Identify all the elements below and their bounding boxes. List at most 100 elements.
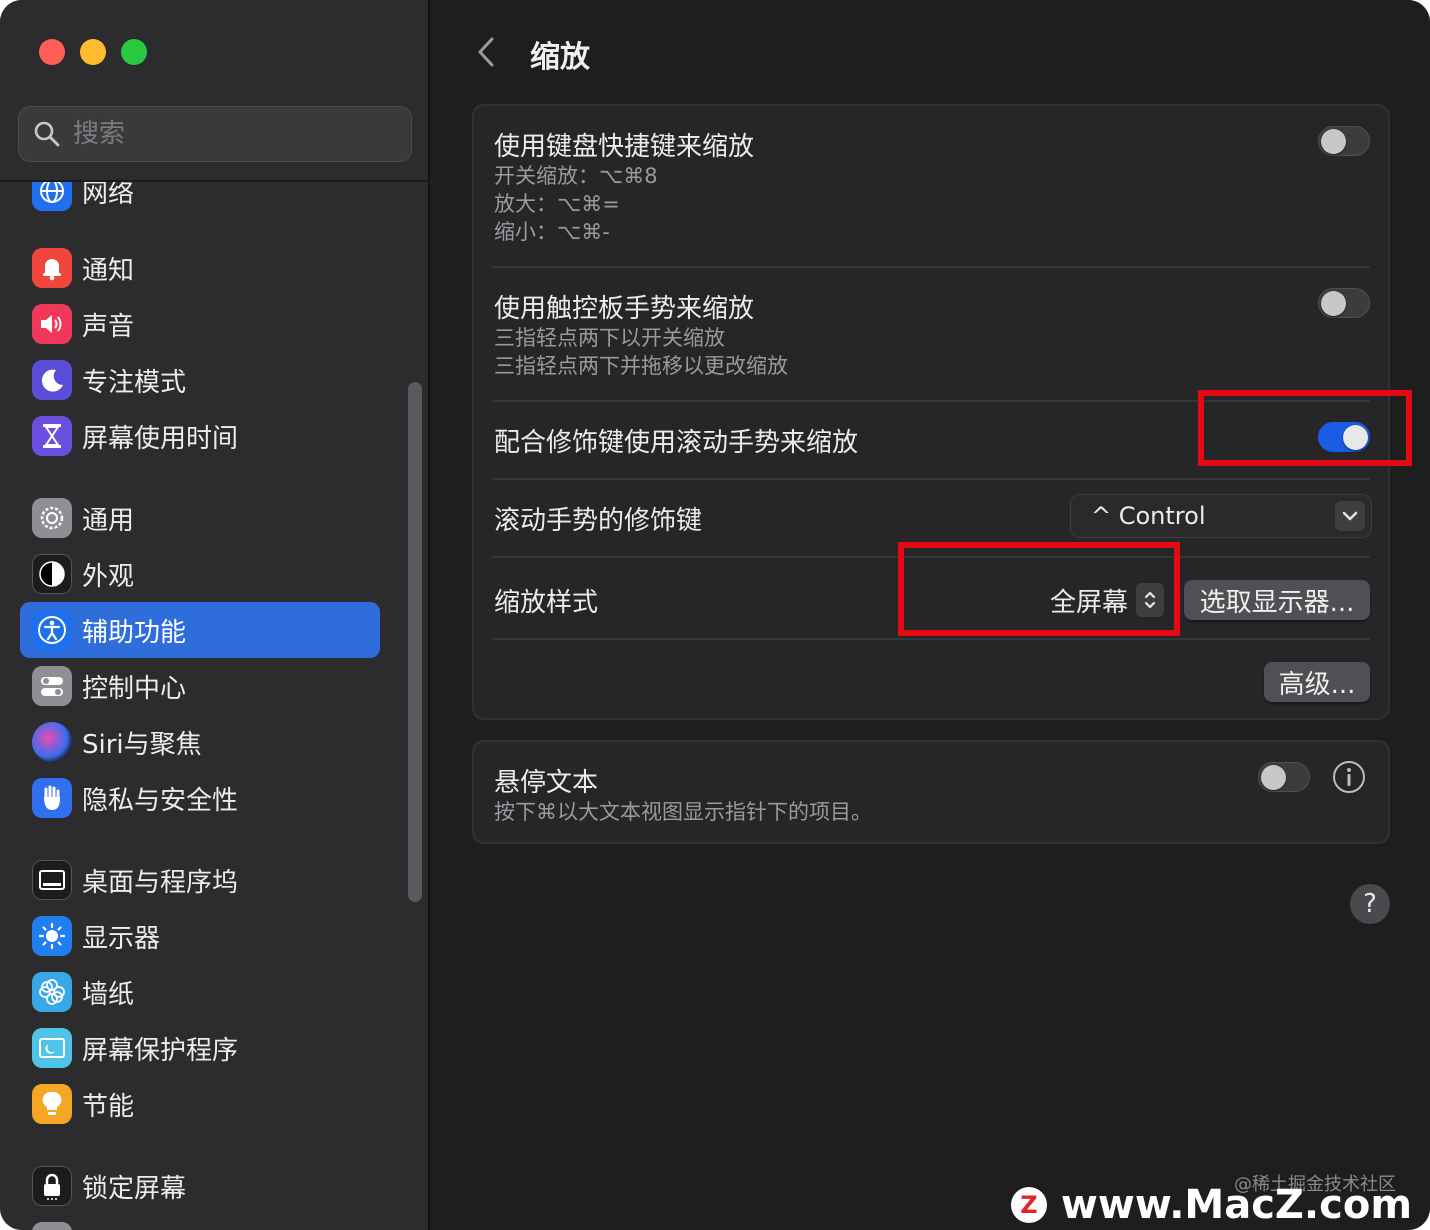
trackpad-zoom-desc-1: 三指轻点两下以开关缩放: [494, 326, 725, 350]
keyboard-zoom-title: 使用键盘快捷键来缩放: [494, 132, 755, 162]
chevron-left-icon: [478, 37, 494, 67]
hover-text-subtitle: 按下⌘以大文本视图显示指针下的项目。: [494, 800, 872, 824]
zoom-style-title: 缩放样式: [494, 588, 599, 618]
hand-icon: [32, 778, 72, 818]
sidebar-item-energy[interactable]: 节能: [20, 1076, 380, 1132]
dock-icon: [32, 860, 72, 900]
sidebar-item-label: Siri与聚焦: [82, 729, 202, 760]
watermark-text: www.MacZ.com: [1060, 1182, 1412, 1228]
modifier-key-title: 滚动手势的修饰键: [494, 506, 703, 536]
sidebar-item-focus[interactable]: 专注模式: [20, 352, 380, 408]
macz-logo-icon: Z: [1010, 1187, 1047, 1223]
sidebar: 网络 通知 声音 专注模式: [0, 0, 430, 1230]
choose-display-button[interactable]: 选取显示器...: [1184, 580, 1370, 620]
divider: [492, 266, 1370, 268]
search-input[interactable]: [73, 119, 373, 149]
hover-text-group: 悬停文本 按下⌘以大文本视图显示指针下的项目。: [472, 740, 1390, 844]
sidebar-item-displays[interactable]: 显示器: [20, 908, 380, 964]
keyboard-zoom-out-shortcut: 缩小：⌥⌘-: [494, 220, 610, 244]
sidebar-item-siri[interactable]: Siri与聚焦: [20, 714, 380, 770]
sun-icon: [32, 916, 72, 956]
sidebar-item-label: 外观: [82, 561, 135, 592]
search-icon: [34, 121, 60, 147]
modifier-key-select[interactable]: ^ Control: [1070, 494, 1372, 538]
moon-icon: [32, 360, 72, 400]
sidebar-item-label: 隐私与安全性: [82, 785, 239, 816]
zoom-button[interactable]: [121, 39, 147, 65]
watermark: Z www.MacZ.com: [1010, 1182, 1412, 1228]
chevron-down-icon: [1335, 501, 1365, 531]
keyboard-zoom-toggle[interactable]: [1318, 126, 1370, 156]
appearance-icon: [32, 554, 72, 594]
hover-text-toggle[interactable]: [1258, 762, 1310, 792]
hover-text-title: 悬停文本: [494, 768, 599, 798]
sidebar-item-label: 专注模式: [82, 367, 187, 398]
keyboard-zoom-in-shortcut: 放大：⌥⌘=: [494, 192, 620, 216]
sidebar-item-label: 通用: [82, 505, 135, 536]
keyboard-zoom-toggle-shortcut: 开关缩放：⌥⌘8: [494, 164, 658, 188]
sidebar-item-label: 节能: [82, 1091, 135, 1122]
info-icon: [1333, 761, 1365, 793]
sidebar-item-control-center[interactable]: 控制中心: [20, 658, 380, 714]
sidebar-item-next[interactable]: [20, 1214, 380, 1230]
sidebar-scrollbar[interactable]: [408, 382, 422, 902]
speaker-icon: [32, 304, 72, 344]
page-title: 缩放: [530, 40, 590, 75]
highlight-zoom-style: [898, 542, 1180, 636]
bulb-icon: [32, 1084, 72, 1124]
trackpad-zoom-title: 使用触控板手势来缩放: [494, 294, 755, 324]
close-button[interactable]: [39, 39, 65, 65]
globe-icon: [32, 182, 72, 211]
help-button[interactable]: ?: [1350, 884, 1390, 924]
gear-icon: [32, 498, 72, 538]
sidebar-item-label: 墙纸: [82, 979, 135, 1010]
scroll-zoom-title: 配合修饰键使用滚动手势来缩放: [494, 428, 859, 458]
settings-window: 网络 通知 声音 专注模式: [0, 0, 1430, 1230]
screensaver-icon: [32, 1028, 72, 1068]
sidebar-item-label: 桌面与程序坞: [82, 867, 239, 898]
sidebar-item-screensaver[interactable]: 屏幕保护程序: [20, 1020, 380, 1076]
flower-icon: [32, 972, 72, 1012]
sidebar-item-label: 屏幕使用时间: [82, 423, 239, 454]
advanced-button[interactable]: 高级...: [1264, 662, 1370, 702]
sidebar-item-screen-time[interactable]: 屏幕使用时间: [20, 408, 380, 464]
modifier-key-value: ^ Control: [1091, 502, 1206, 530]
sidebar-item-notifications[interactable]: 通知: [20, 240, 380, 296]
sidebar-item-label: 辅助功能: [82, 617, 187, 648]
main-content: 缩放 使用键盘快捷键来缩放 开关缩放：⌥⌘8 放大：⌥⌘= 缩小：⌥⌘- 使用触…: [432, 0, 1430, 1230]
traffic-lights: [39, 39, 147, 65]
info-button[interactable]: [1332, 760, 1366, 794]
hourglass-icon: [32, 416, 72, 456]
siri-icon: [32, 722, 72, 762]
next-item-icon: [32, 1222, 72, 1230]
divider: [492, 478, 1370, 480]
minimize-button[interactable]: [80, 39, 106, 65]
sidebar-item-label: 网络: [82, 182, 135, 209]
toggles-icon: [32, 666, 72, 706]
sidebar-item-wallpaper[interactable]: 墙纸: [20, 964, 380, 1020]
sidebar-item-general[interactable]: 通用: [20, 490, 380, 546]
sidebar-item-label: 显示器: [82, 923, 161, 954]
sidebar-item-network[interactable]: 网络: [20, 182, 380, 219]
search-field[interactable]: [18, 106, 412, 162]
sidebar-item-privacy[interactable]: 隐私与安全性: [20, 770, 380, 826]
sidebar-item-label: 锁定屏幕: [82, 1173, 187, 1204]
sidebar-item-label: 屏幕保护程序: [82, 1035, 239, 1066]
trackpad-zoom-toggle[interactable]: [1318, 288, 1370, 318]
accessibility-icon: [32, 610, 72, 650]
sidebar-item-label: 通知: [82, 255, 135, 286]
trackpad-zoom-desc-2: 三指轻点两下并拖移以更改缩放: [494, 354, 788, 378]
highlight-scroll-toggle: [1198, 390, 1412, 466]
back-button[interactable]: [472, 34, 500, 70]
sidebar-item-desktop-dock[interactable]: 桌面与程序坞: [20, 852, 380, 908]
bell-icon: [32, 248, 72, 288]
sidebar-item-accessibility[interactable]: 辅助功能: [20, 602, 380, 658]
sidebar-item-label: 声音: [82, 311, 135, 342]
lock-screen-icon: [32, 1166, 72, 1206]
sidebar-item-appearance[interactable]: 外观: [20, 546, 380, 602]
sidebar-item-label: 控制中心: [82, 673, 187, 704]
sidebar-item-sound[interactable]: 声音: [20, 296, 380, 352]
sidebar-list: 网络 通知 声音 专注模式 屏幕使用时间 通用 外观 辅助功能 控制中心 Sir…: [0, 182, 430, 1230]
sidebar-item-lock-screen[interactable]: 锁定屏幕: [20, 1158, 380, 1214]
divider: [492, 638, 1370, 640]
